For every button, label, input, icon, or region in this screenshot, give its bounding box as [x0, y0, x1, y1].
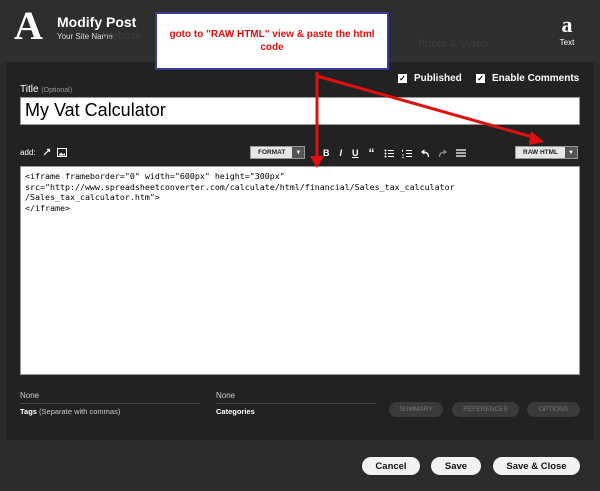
redo-icon[interactable] [438, 148, 448, 158]
image-icon[interactable] [56, 148, 67, 157]
underline-icon[interactable]: U [352, 148, 359, 158]
format-label: FORMAT [258, 149, 286, 156]
text-type-label: Text [559, 38, 575, 47]
raw-html-dropdown[interactable]: RAW HTML ▼ [515, 146, 579, 159]
tags-label: Tags [20, 407, 37, 416]
undo-icon[interactable] [420, 148, 430, 158]
text-post-type-button[interactable]: a Text [552, 12, 582, 48]
format-chevron-down-icon: ▼ [292, 147, 305, 158]
tab-references[interactable]: REFERENCES [452, 402, 519, 417]
italic-icon[interactable]: I [340, 148, 343, 158]
enable-comments-checkbox[interactable]: ✓ [476, 74, 485, 83]
categories-label: Categories [216, 407, 255, 416]
title-optional-hint: (Optional) [41, 87, 73, 94]
title-label-text: Title [20, 84, 39, 95]
formatting-toolbar: B I U “ [318, 146, 470, 160]
tab-summary[interactable]: SUMMARY [389, 402, 443, 417]
faint-website-label: Website [102, 30, 142, 42]
published-option[interactable]: ✓ Published [398, 73, 462, 84]
format-dropdown[interactable]: FORMAT ▼ [250, 146, 306, 159]
title-input[interactable]: My Vat Calculator [20, 97, 580, 125]
bullet-list-icon[interactable] [384, 149, 394, 158]
quote-icon[interactable]: “ [369, 146, 375, 160]
title-label: Title (Optional) [20, 84, 72, 95]
tags-hint: (Separate with commas) [39, 407, 121, 416]
raw-html-label: RAW HTML [523, 149, 559, 156]
save-close-button[interactable]: Save & Close [493, 457, 580, 475]
published-label: Published [414, 73, 462, 84]
categories-value: None [216, 391, 236, 400]
save-button[interactable]: Save [431, 457, 481, 475]
link-icon[interactable] [42, 148, 51, 157]
annotation-callout: goto to "RAW HTML" view & paste the html… [155, 12, 389, 70]
site-logo-icon: A [14, 3, 43, 48]
enable-comments-option[interactable]: ✓ Enable Comments [476, 73, 579, 84]
enable-comments-label: Enable Comments [492, 73, 580, 84]
tab-options[interactable]: OPTIONS [527, 402, 580, 417]
numbered-list-icon[interactable] [401, 149, 412, 158]
bold-icon[interactable]: B [323, 148, 330, 158]
add-label: add: [20, 148, 36, 157]
html-editor[interactable]: <iframe frameborder="0" width="600px" he… [20, 166, 580, 375]
cancel-button[interactable]: Cancel [362, 457, 420, 475]
add-media: add: [20, 148, 67, 157]
tags-value: None [20, 391, 40, 400]
categories-field[interactable]: None Categories [216, 391, 376, 416]
text-type-icon: a [561, 12, 573, 37]
published-checkbox[interactable]: ✓ [398, 74, 407, 83]
tags-field[interactable]: None Tags (Separate with commas) [20, 391, 200, 416]
more-options-icon[interactable] [455, 148, 466, 158]
page-title: Modify Post [57, 14, 137, 30]
faint-photo-video-label: Photo & Video [418, 38, 489, 50]
raw-html-chevron-down-icon: ▼ [565, 147, 578, 158]
